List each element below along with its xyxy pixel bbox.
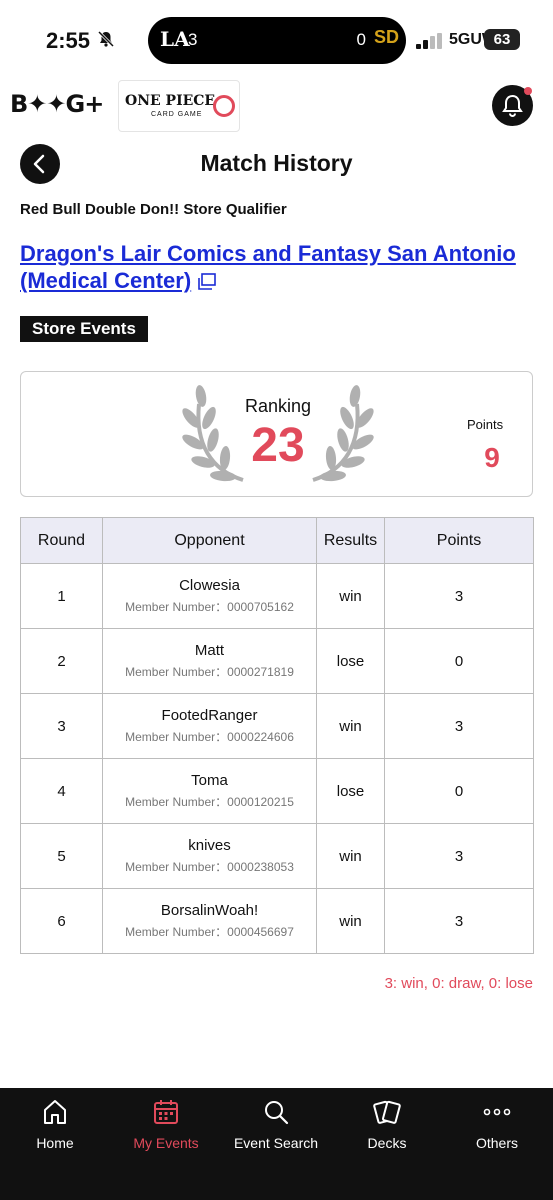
table-row: 3 FootedRanger Member Number：0000224606 w… <box>20 693 534 759</box>
result-cell: win <box>316 888 385 954</box>
member-number: Member Number：0000238053 <box>125 860 294 874</box>
opponent-cell: Matt Member Number：0000271819 <box>102 628 317 694</box>
table-row: 1 Clowesia Member Number：0000705162 win 3 <box>20 563 534 629</box>
points-cell: 3 <box>384 823 534 889</box>
header-round: Round <box>20 517 103 564</box>
ring-icon <box>213 95 235 117</box>
header-points: Points <box>384 517 534 564</box>
tab-label: Event Search <box>233 1135 319 1151</box>
table-header-row: Round Opponent Results Points <box>20 517 534 564</box>
tab-decks[interactable]: Decks <box>332 1098 442 1151</box>
tab-label: My Events <box>133 1135 199 1151</box>
home-icon <box>44 1100 66 1124</box>
ranking-label: Ranking <box>244 396 312 416</box>
event-name: Red Bull Double Don!! Store Qualifier <box>20 201 287 218</box>
tab-my-events[interactable]: My Events <box>111 1098 221 1151</box>
tab-home[interactable]: Home <box>0 1098 110 1151</box>
team-b-score: 0 <box>356 30 366 49</box>
points-cell: 0 <box>384 758 534 824</box>
team-b-logo: SD <box>374 27 400 47</box>
table-row: 2 Matt Member Number：0000271819 lose 0 <box>20 628 534 694</box>
result-cell: lose <box>316 628 385 694</box>
result-cell: win <box>316 823 385 889</box>
round-cell: 3 <box>20 693 103 759</box>
external-link-icon[interactable] <box>197 273 217 291</box>
calendar-icon <box>154 1100 178 1124</box>
member-number: Member Number：0000271819 <box>125 665 294 679</box>
opponent-name: Clowesia <box>179 577 240 594</box>
opponent-cell: FootedRanger Member Number：0000224606 <box>102 693 317 759</box>
round-cell: 1 <box>20 563 103 629</box>
store-link[interactable]: Dragon's Lair Comics and Fantasy San Ant… <box>20 240 540 294</box>
clock: 2:55 <box>46 28 91 53</box>
points-cell: 0 <box>384 628 534 694</box>
opponent-cell: knives Member Number：0000238053 <box>102 823 317 889</box>
member-number: Member Number：0000224606 <box>125 730 294 744</box>
opponent-name: Toma <box>191 772 228 789</box>
opponent-cell: Clowesia Member Number：0000705162 <box>102 563 317 629</box>
one-piece-logo[interactable]: ONE PIECE CARD GAME <box>118 80 240 132</box>
member-number: Member Number：0000705162 <box>125 600 294 614</box>
header-results: Results <box>316 517 385 564</box>
member-number: Member Number：0000456697 <box>125 925 294 939</box>
signal-icon <box>416 33 442 49</box>
result-cell: win <box>316 693 385 759</box>
tab-label: Decks <box>367 1135 407 1151</box>
match-table: Round Opponent Results Points 1 Clowesia… <box>20 517 534 954</box>
points-cell: 3 <box>384 563 534 629</box>
search-icon <box>265 1101 289 1125</box>
team-a-score: 3 <box>188 30 198 49</box>
notification-dot <box>524 87 532 95</box>
member-number: Member Number：0000120215 <box>125 795 294 809</box>
live-activity[interactable]: LA 3 0 SD <box>148 17 406 64</box>
cards-icon <box>373 1100 401 1124</box>
scoring-legend: 3: win, 0: draw, 0: lose <box>384 975 533 992</box>
store-name[interactable]: Dragon's Lair Comics and Fantasy San Ant… <box>20 241 516 293</box>
page-title: Match History <box>200 150 353 176</box>
brand-logo[interactable]: B✦✦G+ <box>10 90 104 118</box>
store-events-tag: Store Events <box>20 316 148 342</box>
table-row: 6 BorsalinWoah! Member Number：0000456697 … <box>20 888 534 954</box>
opponent-name: Matt <box>194 642 225 659</box>
round-cell: 5 <box>20 823 103 889</box>
more-icon <box>483 1108 511 1116</box>
bell-muted-icon <box>97 30 115 53</box>
opponent-cell: BorsalinWoah! Member Number：0000456697 <box>102 888 317 954</box>
logo-subtitle: CARD GAME <box>151 111 203 118</box>
tab-others[interactable]: Others <box>442 1098 552 1151</box>
opponent-name: BorsalinWoah! <box>160 902 259 919</box>
status-bar: 2:55 LA 3 0 SD 5GUW 63 <box>0 0 553 80</box>
round-cell: 2 <box>20 628 103 694</box>
opponent-name: knives <box>188 837 231 854</box>
tab-label: Others <box>475 1135 518 1151</box>
tab-label: Home <box>36 1135 74 1151</box>
team-a-logo: LA <box>160 27 190 51</box>
result-cell: win <box>316 563 385 629</box>
table-row: 5 knives Member Number：0000238053 win 3 <box>20 823 534 889</box>
round-cell: 6 <box>20 888 103 954</box>
opponent-cell: Toma Member Number：0000120215 <box>102 758 317 824</box>
points-label: Points <box>467 417 504 432</box>
points-cell: 3 <box>384 888 534 954</box>
ranking-card: Ranking 23 Points 9 <box>20 371 533 497</box>
opponent-name: FootedRanger <box>161 707 258 724</box>
points-value: 9 <box>484 442 500 473</box>
bottom-tab-bar: Home My Events Event Search Decks Others <box>0 1088 553 1200</box>
logo-title: ONE PIECE <box>125 93 216 109</box>
result-cell: lose <box>316 758 385 824</box>
table-row: 4 Toma Member Number：0000120215 lose 0 <box>20 758 534 824</box>
header-opponent: Opponent <box>102 517 317 564</box>
points-cell: 3 <box>384 693 534 759</box>
battery-icon: 63 <box>484 29 520 50</box>
ranking-value: 23 <box>251 419 305 472</box>
round-cell: 4 <box>20 758 103 824</box>
tab-event-search[interactable]: Event Search <box>221 1098 331 1151</box>
notification-button[interactable] <box>492 85 533 126</box>
